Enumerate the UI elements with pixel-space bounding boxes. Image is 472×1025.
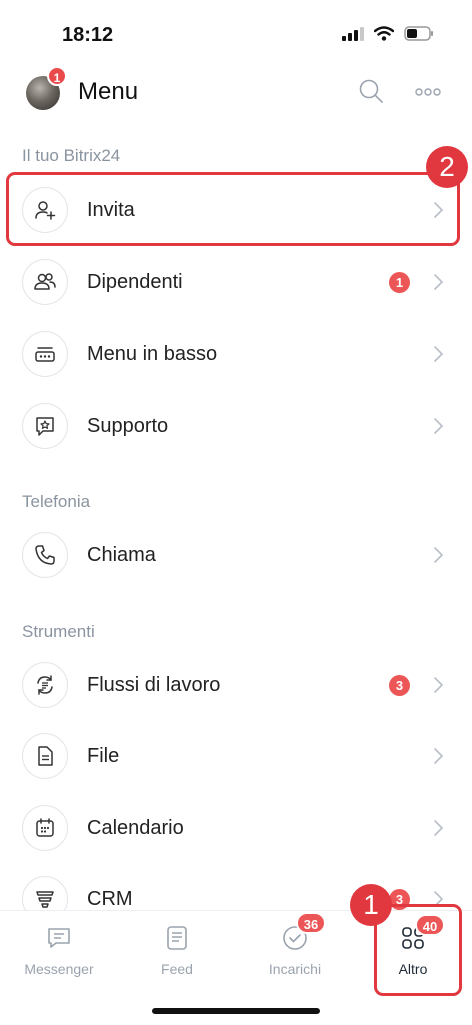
tab-incarichi[interactable]: Incarichi (236, 923, 354, 977)
step-1-marker: 1 (350, 884, 392, 926)
battery-icon (404, 26, 433, 41)
chevron-right-icon (434, 547, 444, 563)
menu-item-dipendenti[interactable]: Dipendenti 1 (0, 249, 472, 319)
signal-icon (342, 26, 364, 41)
section-label-telefonia: Telefonia (22, 492, 91, 511)
chevron-right-icon (434, 677, 444, 693)
menu-item-label: Calendario (87, 817, 184, 839)
menu-item-supporto[interactable]: Supporto (0, 393, 472, 463)
menu-item-flussi-di-lavoro[interactable]: Flussi di lavoro 3 (0, 652, 472, 722)
workflow-icon (22, 662, 68, 708)
wifi-icon (374, 26, 394, 41)
more-icon[interactable] (414, 82, 442, 102)
count-badge: 1 (389, 272, 410, 293)
tasks-badge: 36 (296, 912, 326, 934)
chevron-right-icon (434, 274, 444, 290)
menu-item-label: Supporto (87, 415, 169, 437)
search-icon[interactable] (358, 78, 384, 104)
phone-icon (22, 532, 68, 578)
messenger-icon (48, 928, 70, 948)
tab-label: Feed (161, 961, 193, 977)
chevron-right-icon (434, 346, 444, 362)
menu-item-label: Chiama (87, 544, 156, 566)
section-label-strumenti: Strumenti (22, 622, 95, 641)
section-label-bitrix24: Il tuo Bitrix24 (22, 146, 121, 165)
bottom-menu-icon (22, 331, 68, 377)
chevron-right-icon (434, 418, 444, 434)
menu-item-label: CRM (87, 888, 133, 910)
status-time: 18:12 (62, 24, 114, 46)
calendar-icon (22, 805, 68, 851)
menu-item-label: Menu in basso (87, 343, 218, 365)
chevron-right-icon (434, 820, 444, 836)
employees-icon (22, 259, 68, 305)
home-indicator[interactable] (152, 1008, 320, 1014)
menu-item-chiama[interactable]: Chiama (0, 522, 472, 592)
menu-item-label: Dipendenti (87, 271, 183, 293)
tab-label: Messenger (24, 961, 94, 977)
page-title: Menu (78, 78, 139, 105)
menu-item-label: File (87, 745, 120, 767)
menu-item-label: Flussi di lavoro (87, 674, 221, 696)
step-2-marker: 2 (426, 146, 468, 188)
support-icon (22, 403, 68, 449)
avatar-badge: 1 (47, 66, 67, 86)
highlight-invita (6, 172, 460, 246)
tab-messenger[interactable]: Messenger (0, 923, 118, 977)
status-bar: 18:12 (0, 0, 472, 66)
header: 1 Menu (0, 66, 472, 122)
menu-item-file[interactable]: File (0, 723, 472, 793)
count-badge: 3 (389, 675, 410, 696)
status-icons (342, 26, 434, 41)
chevron-right-icon (434, 748, 444, 764)
menu-item-calendario[interactable]: Calendario (0, 795, 472, 865)
feed-icon (167, 926, 187, 950)
menu-item-menu-in-basso[interactable]: Menu in basso (0, 321, 472, 391)
file-icon (22, 733, 68, 779)
tab-feed[interactable]: Feed (118, 923, 236, 977)
tab-label: Incarichi (268, 961, 322, 977)
